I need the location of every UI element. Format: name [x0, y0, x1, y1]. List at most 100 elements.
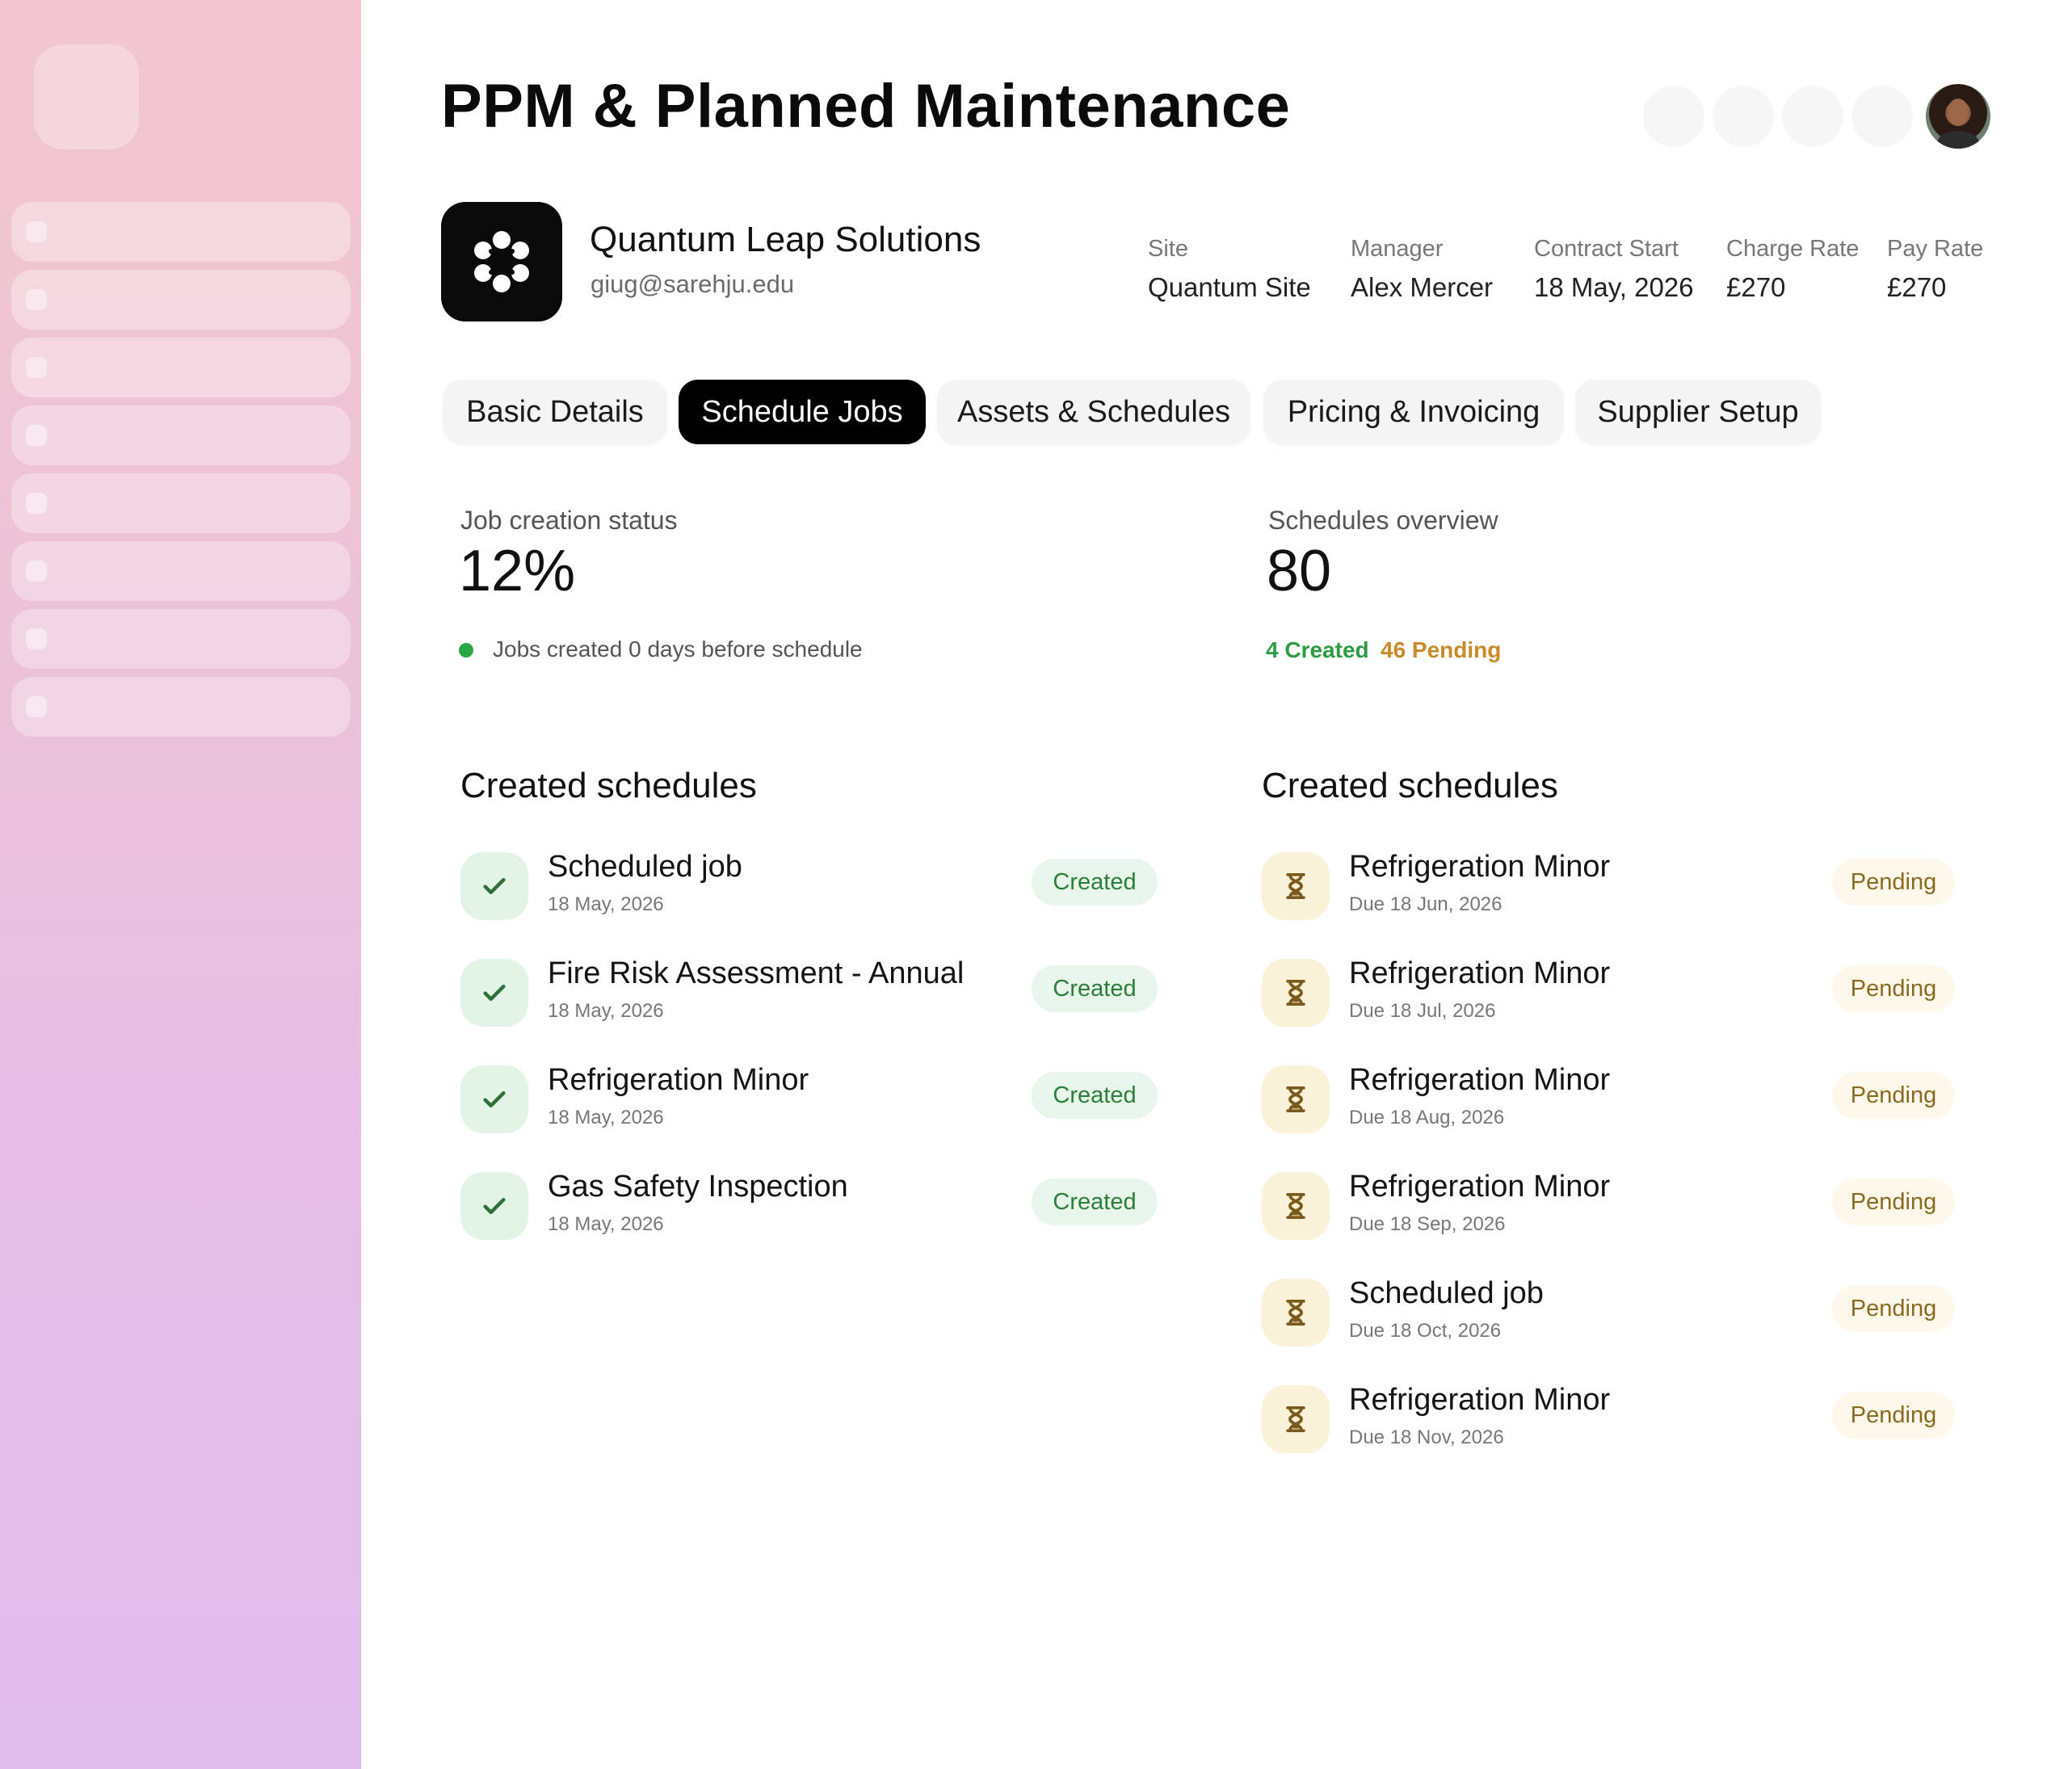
client-logo-icon — [474, 231, 529, 292]
hourglass-icon — [1262, 1385, 1330, 1453]
list-item-date: Due 18 Nov, 2026 — [1349, 1427, 1504, 1448]
sidebar-item[interactable] — [11, 473, 351, 533]
meta-label: Contract Start — [1534, 236, 1679, 262]
sidebar-item-icon — [26, 357, 47, 378]
header-action[interactable] — [1713, 86, 1774, 147]
list-item-title: Refrigeration Minor — [1349, 956, 1611, 990]
status-badge: Created — [1032, 1072, 1158, 1119]
list-item-date: Due 18 Aug, 2026 — [1349, 1107, 1505, 1128]
hourglass-icon — [1262, 1172, 1330, 1240]
hourglass-icon — [1262, 1065, 1330, 1133]
header-action[interactable] — [1643, 86, 1704, 147]
job-creation-label: Job creation status — [460, 506, 678, 535]
avatar-face — [1948, 99, 1969, 126]
meta-label: Manager — [1351, 236, 1444, 262]
list-item-title: Fire Risk Assessment - Annual — [548, 956, 965, 990]
meta-value: £270 — [1887, 272, 1947, 302]
status-badge: Created — [1032, 859, 1158, 906]
sidebar-item[interactable] — [11, 270, 351, 330]
created-schedules-title: Created schedules — [460, 766, 757, 805]
list-item-title: Gas Safety Inspection — [548, 1170, 848, 1204]
check-icon — [460, 852, 528, 920]
hourglass-icon — [1262, 852, 1330, 920]
tab-assets-schedules[interactable]: Assets & Schedules — [937, 380, 1250, 444]
list-item-title: Refrigeration Minor — [548, 1063, 809, 1097]
status-badge: Created — [1032, 965, 1158, 1012]
status-badge: Pending — [1832, 1285, 1955, 1332]
pending-count: 46 Pending — [1381, 637, 1502, 662]
sidebar-item-icon — [26, 493, 47, 514]
sidebar-item-icon — [26, 221, 47, 242]
list-item-title: Scheduled job — [1349, 1276, 1544, 1310]
status-badge: Pending — [1832, 1179, 1955, 1225]
sidebar-item-icon — [26, 696, 47, 717]
meta-value: 18 May, 2026 — [1534, 272, 1694, 302]
list-item-title: Refrigeration Minor — [1349, 1383, 1611, 1417]
schedules-overview-value: 80 — [1267, 539, 1332, 603]
meta-value: Alex Mercer — [1351, 272, 1494, 302]
meta-value: £270 — [1726, 272, 1786, 302]
client-logo — [441, 202, 562, 321]
sidebar-item[interactable] — [11, 202, 351, 262]
sidebar-item-icon — [26, 561, 47, 582]
meta-charge-rate: Charge Rate £270 — [1726, 236, 1859, 303]
list-item-date: Due 18 Jun, 2026 — [1349, 893, 1503, 915]
schedules-overview-label: Schedules overview — [1268, 506, 1498, 535]
tab-supplier-setup[interactable]: Supplier Setup — [1575, 380, 1821, 444]
list-item-date: Due 18 Oct, 2026 — [1349, 1320, 1502, 1342]
status-dot-icon — [459, 643, 473, 658]
page-title: PPM & Planned Maintenance — [441, 72, 1291, 141]
list-item-date: 18 May, 2026 — [548, 1107, 664, 1128]
check-icon — [460, 1172, 528, 1240]
job-creation-value: 12% — [459, 539, 576, 603]
sidebar-item[interactable] — [11, 405, 351, 465]
tab-schedule-jobs[interactable]: Schedule Jobs — [679, 380, 926, 444]
hourglass-icon — [1262, 959, 1330, 1027]
status-badge: Pending — [1832, 859, 1955, 906]
pending-schedules-title: Created schedules — [1262, 766, 1558, 805]
meta-value: Quantum Site — [1148, 272, 1311, 302]
sidebar-item-icon — [26, 289, 47, 310]
list-item-date: 18 May, 2026 — [548, 1213, 664, 1235]
meta-pay-rate: Pay Rate £270 — [1887, 236, 1983, 303]
list-item-title: Refrigeration Minor — [1349, 850, 1611, 884]
avatar-shirt — [1937, 131, 1979, 149]
sidebar-item-icon — [26, 425, 47, 446]
meta-site: Site Quantum Site — [1148, 236, 1311, 303]
meta-manager: Manager Alex Mercer — [1351, 236, 1493, 303]
list-item-date: 18 May, 2026 — [548, 893, 664, 915]
list-item-date: 18 May, 2026 — [548, 1000, 664, 1022]
header-action[interactable] — [1851, 86, 1913, 147]
sidebar-item[interactable] — [11, 541, 351, 601]
sidebar-item[interactable] — [11, 677, 351, 737]
meta-label: Pay Rate — [1887, 236, 1984, 262]
sidebar-item-icon — [26, 628, 47, 649]
client-name: Quantum Leap Solutions — [590, 220, 981, 259]
created-count: 4 Created — [1266, 637, 1369, 662]
meta-label: Site — [1148, 236, 1188, 262]
status-badge: Pending — [1832, 1392, 1955, 1439]
status-badge: Created — [1032, 1179, 1158, 1225]
sidebar-item[interactable] — [11, 609, 351, 669]
check-icon — [460, 959, 528, 1027]
sidebar — [0, 0, 361, 1769]
meta-contract-start: Contract Start 18 May, 2026 — [1534, 236, 1694, 303]
job-creation-note: Jobs created 0 days before schedule — [493, 637, 863, 662]
sidebar-logo[interactable] — [34, 44, 139, 149]
list-item-title: Refrigeration Minor — [1349, 1170, 1611, 1204]
tab-basic-details[interactable]: Basic Details — [443, 380, 667, 444]
header-action[interactable] — [1782, 86, 1843, 147]
list-item-title: Refrigeration Minor — [1349, 1063, 1611, 1097]
list-item-date: Due 18 Jul, 2026 — [1349, 1000, 1496, 1022]
sidebar-item[interactable] — [11, 338, 351, 397]
tab-pricing-invoicing[interactable]: Pricing & Invoicing — [1263, 380, 1564, 444]
client-email[interactable]: giug@sarehju.edu — [590, 270, 794, 299]
list-item-date: Due 18 Sep, 2026 — [1349, 1213, 1506, 1235]
status-badge: Pending — [1832, 1072, 1955, 1119]
list-item-title: Scheduled job — [548, 850, 742, 884]
check-icon — [460, 1065, 528, 1133]
status-badge: Pending — [1832, 965, 1955, 1012]
hourglass-icon — [1262, 1279, 1330, 1347]
meta-label: Charge Rate — [1726, 236, 1860, 262]
avatar[interactable] — [1926, 84, 1990, 149]
